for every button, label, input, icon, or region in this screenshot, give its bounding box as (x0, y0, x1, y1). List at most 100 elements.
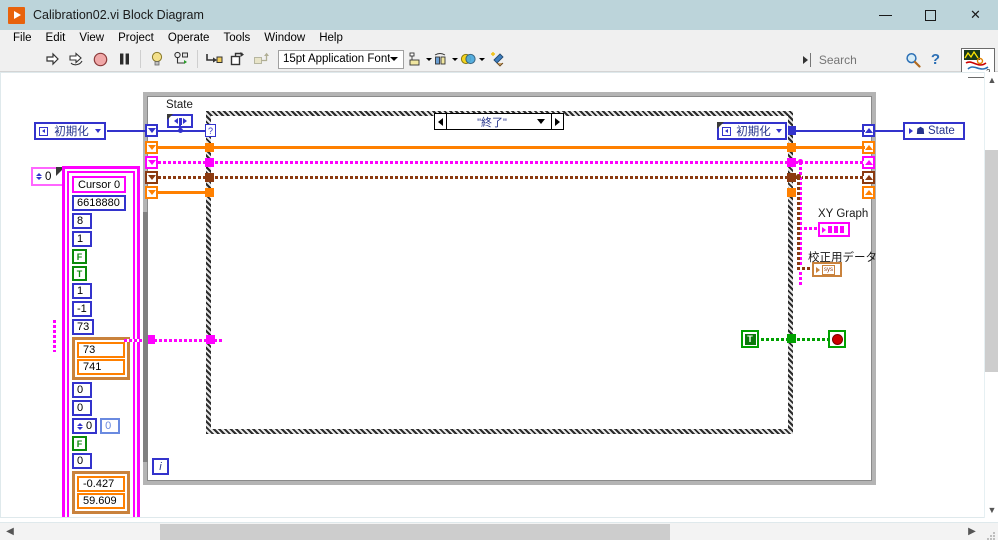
menu-item-edit[interactable]: Edit (39, 30, 73, 47)
scroll-left-arrow[interactable]: ◀ (2, 523, 18, 540)
step-over-button[interactable] (227, 48, 249, 70)
search-dropdown-icon[interactable] (802, 55, 808, 64)
spinner-icon[interactable] (76, 419, 84, 433)
search-input[interactable] (816, 51, 905, 68)
cursor-subcluster-x[interactable]: 73 (77, 342, 125, 358)
iteration-terminal[interactable]: i (152, 458, 169, 475)
case-selector-terminal[interactable]: ? (205, 124, 216, 137)
spinner-icon[interactable] (35, 170, 43, 184)
case-tunnel-left-magenta[interactable] (205, 158, 214, 167)
cursor-tail-bool[interactable]: F (72, 436, 87, 451)
scroll-up-arrow[interactable]: ▲ (985, 72, 998, 88)
chevron-down-icon[interactable] (537, 119, 545, 124)
stop-button-terminal[interactable] (828, 330, 846, 348)
case-tunnel-right-stop[interactable] (787, 334, 796, 343)
resize-objects-button[interactable] (460, 48, 485, 70)
xy-graph-terminal[interactable] (818, 222, 850, 237)
cursor-value-x[interactable]: -0.427 (77, 476, 125, 492)
run-continuously-button[interactable] (65, 48, 87, 70)
cursor-subcluster-y[interactable]: 741 (77, 359, 125, 375)
font-selector[interactable]: 15pt Application Font (278, 49, 404, 69)
magnifier-icon[interactable] (905, 52, 921, 68)
cursor-field-bool-false[interactable]: F (72, 249, 87, 264)
highlight-execution-button[interactable] (146, 48, 168, 70)
cursor-subcluster-values[interactable]: -0.427 59.609 (72, 471, 130, 514)
wire-sr-orange2-in (158, 191, 210, 194)
horizontal-scrollbar[interactable]: ◀ ▶ (0, 522, 998, 540)
menu-item-operate[interactable]: Operate (161, 30, 217, 47)
wire-loop-magenta (210, 161, 865, 164)
state-enum-constant[interactable]: 初期化 (717, 122, 787, 140)
case-tunnel-cluster[interactable] (206, 335, 215, 344)
boolean-true-constant[interactable]: T (741, 330, 759, 348)
previous-case-arrow[interactable] (435, 114, 447, 129)
shift-register-left-orange1[interactable] (145, 141, 158, 154)
case-tunnel-right-magenta[interactable] (787, 158, 796, 167)
case-tunnel-right-brown[interactable] (787, 173, 796, 182)
shift-register-left-magenta[interactable] (145, 156, 158, 169)
case-tunnel-right-orange2[interactable] (787, 188, 796, 197)
cursor-tail-num[interactable]: 0 (72, 453, 92, 469)
case-selector[interactable]: "終了" (434, 113, 564, 130)
cursor-name-field[interactable]: Cursor 0 (72, 176, 127, 193)
cursor-field-2[interactable]: 8 (72, 213, 92, 229)
menu-item-project[interactable]: Project (111, 30, 161, 47)
maximize-button[interactable] (908, 0, 953, 30)
run-arrow-icon (46, 52, 59, 66)
menu-item-window[interactable]: Window (257, 30, 312, 47)
cursor-pair-right[interactable]: 0 (100, 418, 121, 434)
pause-button[interactable] (113, 48, 135, 70)
step-into-button[interactable] (203, 48, 225, 70)
cursor-cluster-constant[interactable]: Cursor 0 6618880 8 1 F T 1 -1 73 73 741 … (62, 166, 140, 518)
scroll-down-arrow[interactable]: ▼ (985, 502, 998, 518)
distribute-objects-button[interactable] (434, 48, 458, 70)
cursor-tail-field-1[interactable]: 0 (72, 400, 92, 416)
clean-up-broom-icon (491, 52, 504, 67)
cursor-field-6[interactable]: 1 (72, 283, 92, 299)
resize-objects-icon (460, 53, 476, 64)
vertical-scrollbar[interactable]: ▲ ▼ (984, 72, 998, 518)
horizontal-scroll-thumb[interactable] (160, 524, 670, 540)
cursor-field-7[interactable]: -1 (72, 301, 92, 317)
calibration-data-terminal[interactable]: sys (812, 262, 842, 277)
case-tunnel-left-orange2[interactable] (205, 188, 214, 197)
vertical-scroll-thumb[interactable] (985, 150, 998, 372)
menu-item-file[interactable]: File (6, 30, 39, 47)
next-case-arrow[interactable] (551, 114, 563, 129)
case-tunnel-left-brown[interactable] (205, 173, 214, 182)
run-button[interactable] (41, 48, 63, 70)
cursor-subcluster-position[interactable]: 73 741 (72, 337, 130, 380)
shift-register-left-state[interactable] (145, 124, 158, 137)
clean-up-diagram-button[interactable] (487, 48, 509, 70)
close-button[interactable]: ✕ (953, 0, 998, 30)
cursor-value-y[interactable]: 59.609 (77, 493, 125, 509)
cursor-field-bool-true[interactable]: T (72, 266, 87, 281)
case-tunnel-left-orange1[interactable] (205, 143, 214, 152)
cursor-field-3[interactable]: 1 (72, 231, 92, 247)
abort-execution-button[interactable] (89, 48, 111, 70)
cursor-field-1[interactable]: 6618880 (72, 195, 126, 211)
cursor-field-8[interactable]: 73 (72, 319, 95, 335)
shift-register-left-orange2[interactable] (145, 186, 158, 199)
wire-stop-green-left (761, 338, 789, 341)
minimize-button[interactable] (863, 0, 908, 30)
state-indicator-terminal[interactable]: ☗ State (903, 122, 965, 140)
step-out-button[interactable] (251, 48, 273, 70)
scroll-right-arrow[interactable]: ▶ (964, 523, 980, 540)
state-enum-control[interactable]: 初期化 (34, 122, 106, 140)
font-selector-value: 15pt Application Font (283, 53, 390, 65)
retain-wire-values-button[interactable] (170, 48, 192, 70)
cursor-pair-left[interactable]: 0 (72, 418, 98, 434)
case-tunnel-right-orange1[interactable] (787, 143, 796, 152)
menu-item-tools[interactable]: Tools (216, 30, 257, 47)
menu-item-view[interactable]: View (72, 30, 111, 47)
shift-register-right-orange2[interactable] (862, 186, 875, 199)
align-objects-button[interactable] (408, 48, 432, 70)
block-diagram-canvas[interactable]: "終了" State 初期化 ? 初期化 ☗ State XY Graph 校正… (0, 72, 968, 518)
shift-register-left-brown[interactable] (145, 171, 158, 184)
question-mark-icon[interactable]: ? (931, 51, 940, 68)
menu-item-help[interactable]: Help (312, 30, 350, 47)
cursor-tail-field-0[interactable]: 0 (72, 382, 92, 398)
resize-grip[interactable] (986, 528, 996, 540)
case-structure[interactable] (206, 111, 793, 434)
